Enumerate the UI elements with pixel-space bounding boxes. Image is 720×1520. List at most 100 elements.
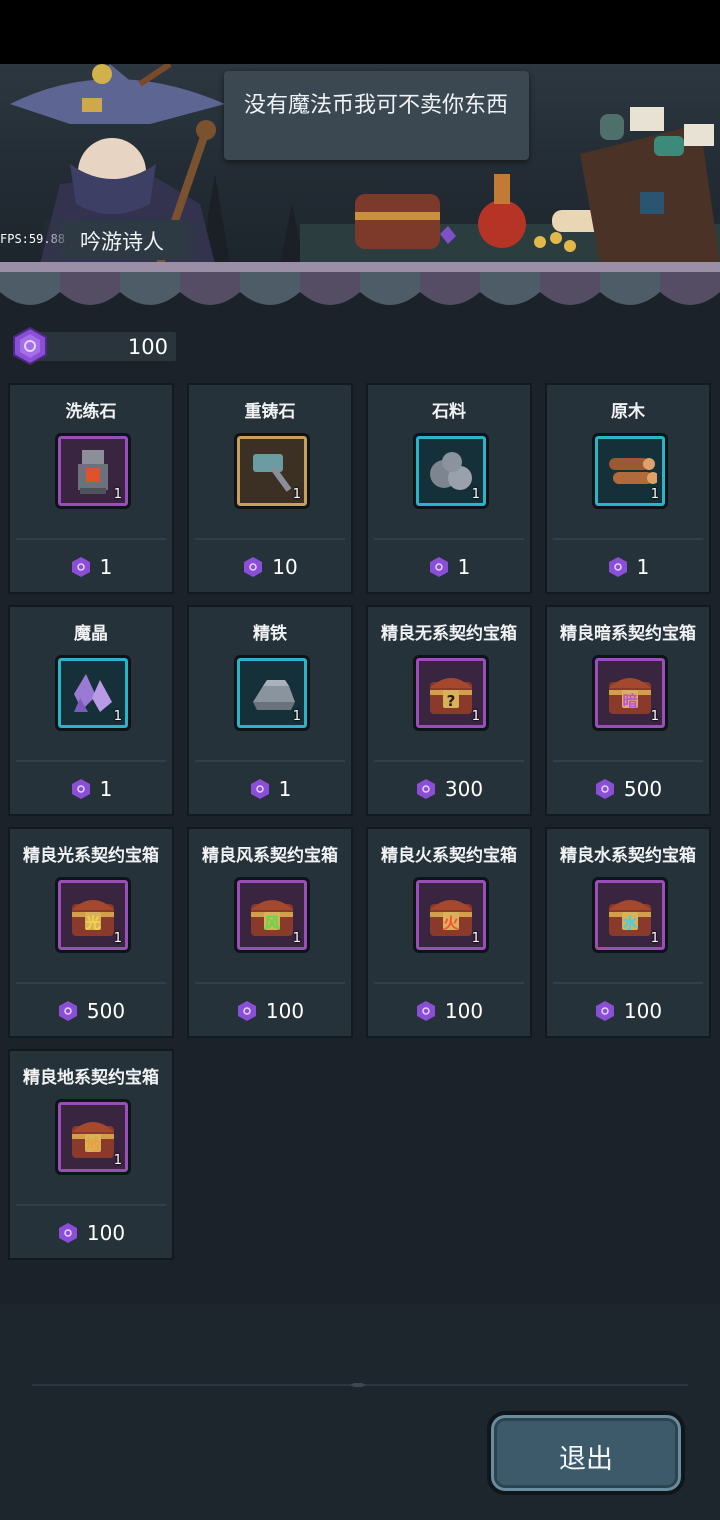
awning-scallop <box>180 272 240 305</box>
iron-ingot-icon <box>253 680 295 710</box>
magic-coin-icon <box>71 779 90 799</box>
magic-coin-icon <box>58 1001 77 1021</box>
item-price-value: 1 <box>99 777 113 801</box>
item-quantity: 1 <box>471 487 480 502</box>
shop-item-card[interactable]: 精良水系契约宝箱 水 1 100 <box>545 827 711 1038</box>
shop-item-card[interactable]: 精良暗系契约宝箱 暗 1 500 <box>545 605 711 816</box>
item-price-value: 100 <box>265 999 305 1023</box>
item-price-value: 1 <box>278 777 292 801</box>
stone-icon <box>430 452 472 490</box>
shop-item-card[interactable]: 原木 1 1 <box>545 383 711 594</box>
item-price[interactable]: 1 <box>189 777 351 801</box>
item-slot[interactable]: 1 <box>413 433 489 509</box>
shop-item-card[interactable]: 精良地系契约宝箱 地 1 100 <box>8 1049 174 1260</box>
item-slot[interactable]: 水 1 <box>592 877 668 953</box>
chest-icon: 风 <box>251 900 293 936</box>
item-price[interactable]: 1 <box>10 777 172 801</box>
chest-icon: 火 <box>430 900 472 936</box>
item-name: 石料 <box>432 402 466 422</box>
item-name: 洗练石 <box>65 402 117 422</box>
item-price-value: 500 <box>86 999 126 1023</box>
item-quantity: 1 <box>292 487 301 502</box>
item-quantity: 1 <box>113 709 122 724</box>
item-price[interactable]: 10 <box>189 555 351 579</box>
chest-icon: 暗 <box>609 678 651 714</box>
awning-scallop <box>660 272 720 305</box>
item-quantity: 1 <box>650 709 659 724</box>
shop-item-card[interactable]: 精良风系契约宝箱 风 1 100 <box>187 827 353 1038</box>
chest-element-glyph: 地 <box>85 1136 100 1154</box>
item-slot[interactable]: 1 <box>55 655 131 731</box>
item-name: 精良无系契约宝箱 <box>381 624 517 644</box>
shop-item-card[interactable]: 洗练石 1 1 <box>8 383 174 594</box>
item-price-value: 100 <box>444 999 484 1023</box>
item-name: 精良火系契约宝箱 <box>381 846 517 866</box>
card-divider <box>374 538 524 540</box>
item-quantity: 1 <box>650 487 659 502</box>
chest-element-glyph: 暗 <box>622 692 637 710</box>
npc-dialogue-bubble: 没有魔法币我可不卖你东西 <box>224 71 529 160</box>
item-price[interactable]: 500 <box>10 999 172 1023</box>
awning-scallop <box>540 272 600 305</box>
item-quantity: 1 <box>650 931 659 946</box>
awning-scallop <box>120 272 180 305</box>
item-name: 魔晶 <box>74 624 108 644</box>
item-slot[interactable]: 1 <box>234 655 310 731</box>
magic-coin-amount: 100 <box>127 335 168 359</box>
item-slot[interactable]: 1 <box>592 433 668 509</box>
item-price[interactable]: 100 <box>368 999 530 1023</box>
shop-item-card[interactable]: 精良无系契约宝箱 ? 1 300 <box>366 605 532 816</box>
item-price[interactable]: 300 <box>368 777 530 801</box>
shop-item-card[interactable]: 精良光系契约宝箱 光 1 500 <box>8 827 174 1038</box>
chest-element-glyph: 水 <box>622 914 638 932</box>
item-slot[interactable]: 风 1 <box>234 877 310 953</box>
item-price[interactable]: 1 <box>547 555 709 579</box>
item-slot[interactable]: 火 1 <box>413 877 489 953</box>
item-price[interactable]: 100 <box>10 1221 172 1245</box>
awning-scallop <box>300 272 360 305</box>
item-price[interactable]: 100 <box>547 999 709 1023</box>
chest-icon: 地 <box>72 1122 114 1158</box>
shop-item-card[interactable]: 石料 1 1 <box>366 383 532 594</box>
magic-coin-balance: 100 <box>10 326 178 366</box>
item-slot[interactable]: 地 1 <box>55 1099 131 1175</box>
exit-button[interactable]: 退出 <box>487 1411 685 1495</box>
item-price[interactable]: 1 <box>368 555 530 579</box>
card-divider <box>553 538 703 540</box>
item-price-value: 10 <box>272 555 298 579</box>
shop-item-card[interactable]: 魔晶 1 1 <box>8 605 174 816</box>
card-divider <box>195 982 345 984</box>
shop-item-card[interactable]: 重铸石 1 10 <box>187 383 353 594</box>
card-divider <box>16 538 166 540</box>
awning-scallop <box>60 272 120 305</box>
item-price[interactable]: 1 <box>10 555 172 579</box>
item-price-value: 1 <box>99 555 113 579</box>
npc-dialogue-text: 没有魔法币我可不卖你东西 <box>244 93 509 118</box>
item-name: 重铸石 <box>244 402 296 422</box>
npc-name: 吟游诗人 <box>80 230 164 254</box>
card-divider <box>553 982 703 984</box>
item-name: 精良风系契约宝箱 <box>202 846 338 866</box>
item-slot[interactable]: ? 1 <box>413 655 489 731</box>
log-icon <box>609 458 657 484</box>
item-quantity: 1 <box>292 931 301 946</box>
item-slot[interactable]: 1 <box>234 433 310 509</box>
awning-scallop <box>0 272 60 305</box>
exit-button-label: 退出 <box>559 1444 613 1475</box>
item-slot[interactable]: 1 <box>55 433 131 509</box>
magic-coin-icon <box>595 779 614 799</box>
item-price[interactable]: 500 <box>547 777 709 801</box>
item-quantity: 1 <box>292 709 301 724</box>
card-divider <box>553 760 703 762</box>
awning-scallop <box>480 272 540 305</box>
card-divider <box>374 760 524 762</box>
magic-coin-icon <box>13 326 47 366</box>
item-price[interactable]: 100 <box>189 999 351 1023</box>
shop-item-card[interactable]: 精良火系契约宝箱 火 1 100 <box>366 827 532 1038</box>
item-slot[interactable]: 光 1 <box>55 877 131 953</box>
item-slot[interactable]: 暗 1 <box>592 655 668 731</box>
shop-item-card[interactable]: 精铁 1 1 <box>187 605 353 816</box>
card-divider <box>195 538 345 540</box>
item-price-value: 500 <box>623 777 663 801</box>
card-divider <box>374 982 524 984</box>
